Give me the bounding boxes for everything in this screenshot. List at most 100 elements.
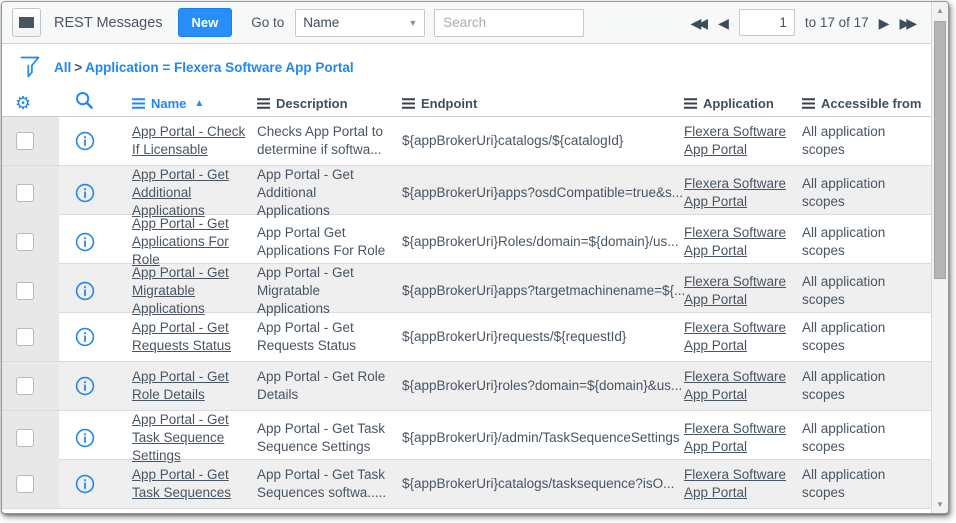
row-checkbox[interactable]	[16, 328, 34, 346]
record-description: Checks App Portal to determine if softwa…	[257, 123, 402, 159]
record-endpoint: ${appBrokerUri}Roles/domain=${domain}/us…	[402, 233, 684, 251]
record-preview-info-icon[interactable]	[75, 131, 95, 151]
search-input[interactable]	[434, 9, 584, 37]
record-name-link[interactable]: App Portal - Get Additional Applications	[132, 167, 229, 218]
record-preview-info-icon[interactable]	[75, 183, 95, 203]
row-checkbox-cell	[2, 264, 59, 317]
row-checkbox[interactable]	[16, 184, 34, 202]
record-name-link[interactable]: App Portal - Get Migratable Applications	[132, 265, 229, 316]
record-accessible-from: All application scopes	[802, 420, 931, 456]
record-application-link[interactable]: Flexera Software App Portal	[684, 225, 786, 258]
column-header-accessible-from[interactable]: Accessible from	[802, 96, 931, 111]
column-menu-icon[interactable]	[802, 98, 815, 109]
record-endpoint: ${appBrokerUri}catalogs/tasksequence?isO…	[402, 475, 684, 493]
scrollbar-thumb[interactable]	[934, 21, 946, 279]
column-header-endpoint[interactable]: Endpoint	[402, 96, 684, 111]
goto-field-select[interactable]: Name ▼	[295, 9, 425, 37]
record-description: App Portal - Get Additional Applications	[257, 166, 402, 219]
record-name-link[interactable]: App Portal - Get Role Details	[132, 369, 229, 402]
row-checkbox[interactable]	[16, 233, 34, 251]
list-window: REST Messages New Go to Name ▼ ◀◀ ◀ to 1…	[1, 1, 949, 514]
list-controls-menu-button[interactable]	[12, 8, 41, 37]
record-preview-info-icon[interactable]	[75, 428, 95, 448]
row-checkbox-cell	[2, 166, 59, 219]
table-row: App Portal - Check If Licensable Checks …	[2, 117, 931, 166]
column-header-application[interactable]: Application	[684, 96, 802, 111]
record-name-link[interactable]: App Portal - Get Applications For Role	[132, 216, 229, 267]
record-application-link[interactable]: Flexera Software App Portal	[684, 124, 786, 157]
record-accessible-from: All application scopes	[802, 123, 931, 159]
record-name-link[interactable]: App Portal - Get Task Sequence Settings	[132, 412, 229, 463]
record-description: App Portal - Get Role Details	[257, 368, 402, 404]
first-page-button[interactable]: ◀◀	[691, 16, 709, 30]
breadcrumb-separator: >	[74, 60, 82, 75]
record-preview-info-icon[interactable]	[75, 232, 95, 252]
record-accessible-from: All application scopes	[802, 224, 931, 260]
record-preview-info-icon[interactable]	[75, 474, 95, 494]
record-application-link[interactable]: Flexera Software App Portal	[684, 274, 786, 307]
column-header-description[interactable]: Description	[257, 96, 402, 111]
row-checkbox[interactable]	[16, 132, 34, 150]
record-application-link[interactable]: Flexera Software App Portal	[684, 421, 786, 454]
record-name-link[interactable]: App Portal - Get Requests Status	[132, 320, 231, 353]
record-description: App Portal - Get Task Sequences softwa..…	[257, 466, 402, 502]
record-application-link[interactable]: Flexera Software App Portal	[684, 467, 786, 500]
new-record-button[interactable]: New	[178, 8, 233, 37]
list-search-icon[interactable]	[75, 91, 94, 115]
record-name-link[interactable]: App Portal - Check If Licensable	[132, 124, 245, 157]
column-menu-icon[interactable]	[684, 98, 697, 109]
record-endpoint: ${appBrokerUri}catalogs/${catalogId}	[402, 132, 684, 150]
record-accessible-from: All application scopes	[802, 175, 931, 211]
record-preview-info-icon[interactable]	[75, 281, 95, 301]
column-header-name[interactable]: Name ▲	[132, 96, 257, 111]
sort-ascending-icon: ▲	[194, 98, 204, 109]
column-menu-icon[interactable]	[132, 98, 145, 109]
record-description: App Portal - Get Requests Status	[257, 319, 402, 355]
record-endpoint: ${appBrokerUri}apps?targetmachinename=${…	[402, 282, 684, 300]
column-menu-icon[interactable]	[257, 98, 270, 109]
personalize-list-gear-icon[interactable]: ⚙	[15, 94, 31, 112]
column-menu-icon[interactable]	[402, 98, 415, 109]
screen: REST Messages New Go to Name ▼ ◀◀ ◀ to 1…	[0, 0, 956, 523]
table-row: App Portal - Get Role Details App Portal…	[2, 362, 931, 411]
table-row: App Portal - Get Applications For Role A…	[2, 215, 931, 264]
record-endpoint: ${appBrokerUri}requests/${requestId}	[402, 328, 684, 346]
scroll-down-icon[interactable]: ▼	[932, 500, 948, 509]
current-page-input[interactable]	[739, 9, 795, 36]
record-application-link[interactable]: Flexera Software App Portal	[684, 176, 786, 209]
row-checkbox[interactable]	[16, 429, 34, 447]
record-application-link[interactable]: Flexera Software App Portal	[684, 369, 786, 402]
record-preview-info-icon[interactable]	[75, 376, 95, 396]
filter-funnel-icon[interactable]	[20, 56, 40, 79]
previous-page-button[interactable]: ◀	[718, 16, 729, 30]
record-name-link[interactable]: App Portal - Get Task Sequences	[132, 467, 231, 500]
record-endpoint: ${appBrokerUri}roles?domain=${domain}&us…	[402, 377, 684, 395]
list-content: REST Messages New Go to Name ▼ ◀◀ ◀ to 1…	[2, 2, 931, 513]
record-accessible-from: All application scopes	[802, 319, 931, 355]
record-application-link[interactable]: Flexera Software App Portal	[684, 320, 786, 353]
pagination-range-text: to 17 of 17	[805, 15, 869, 30]
table-row: App Portal - Get Migratable Applications…	[2, 264, 931, 313]
vertical-scrollbar[interactable]: ▲ ▼	[931, 2, 948, 513]
breadcrumb-filter-link[interactable]: Application = Flexera Software App Porta…	[85, 60, 353, 75]
record-accessible-from: All application scopes	[802, 368, 931, 404]
list-title: REST Messages	[54, 15, 163, 31]
row-checkbox[interactable]	[16, 475, 34, 493]
row-checkbox[interactable]	[16, 282, 34, 300]
next-page-button[interactable]: ▶	[879, 16, 890, 30]
record-accessible-from: All application scopes	[802, 273, 931, 309]
scroll-up-icon[interactable]: ▲	[932, 6, 948, 15]
chevron-down-icon: ▼	[408, 18, 417, 28]
row-checkbox[interactable]	[16, 377, 34, 395]
list-toolbar: REST Messages New Go to Name ▼ ◀◀ ◀ to 1…	[2, 2, 931, 44]
row-checkbox-cell	[2, 460, 59, 508]
breadcrumb: All>Application = Flexera Software App P…	[54, 60, 354, 75]
row-checkbox-cell	[2, 117, 59, 165]
breadcrumb-all-link[interactable]: All	[54, 60, 71, 75]
record-preview-info-icon[interactable]	[75, 327, 95, 347]
table-body: App Portal - Check If Licensable Checks …	[2, 117, 931, 509]
last-page-button[interactable]: ▶▶	[899, 16, 917, 30]
row-checkbox-cell	[2, 215, 59, 268]
table-header-row: ⚙ Name ▲	[2, 90, 931, 117]
pagination: ◀◀ ◀ to 17 of 17 ▶ ▶▶	[691, 9, 921, 36]
